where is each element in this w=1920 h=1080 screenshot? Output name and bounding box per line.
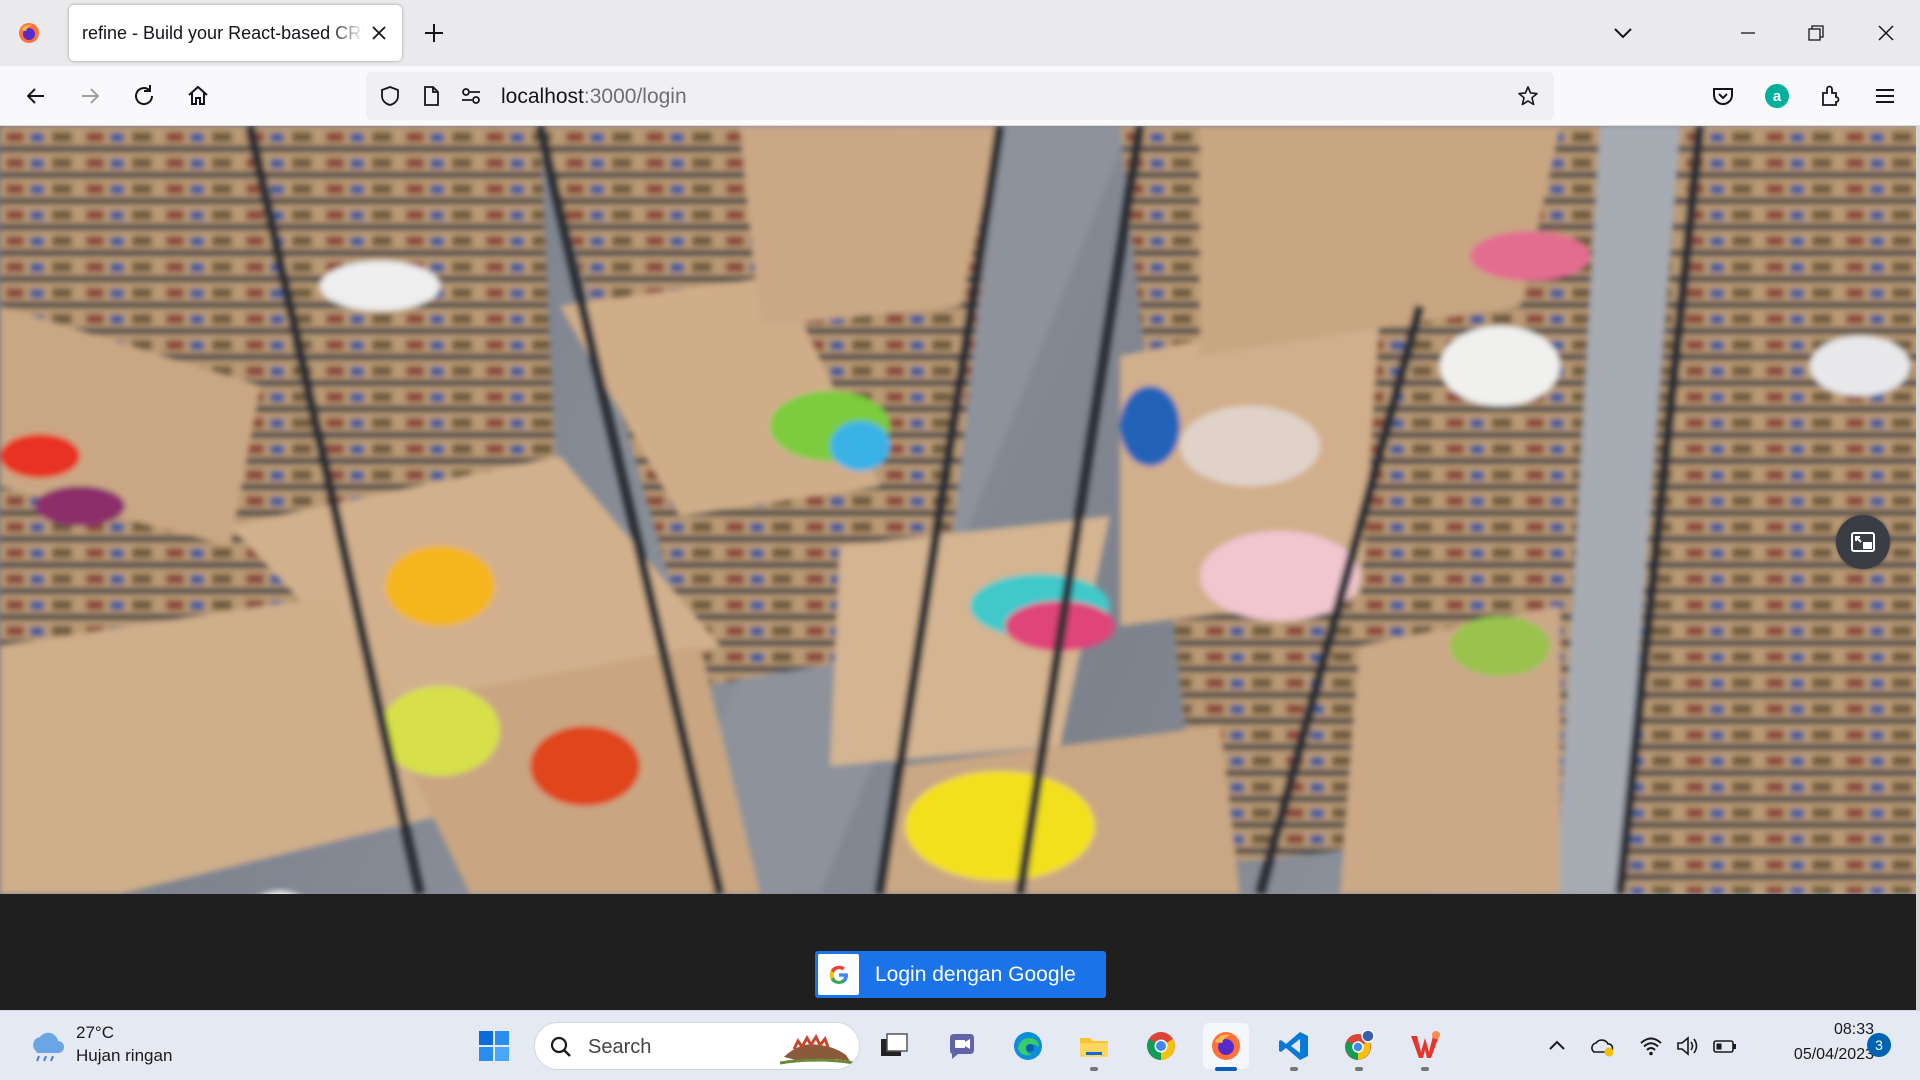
search-placeholder: Search [588, 1036, 652, 1058]
url-path: :3000/login [583, 85, 687, 108]
shield-icon[interactable] [378, 84, 402, 108]
running-indicator [1090, 1067, 1098, 1071]
teams-chat-icon [950, 1034, 974, 1059]
login-google-button[interactable]: Login dengan Google [815, 951, 1106, 998]
tab-title: refine - Build your React-based CRUD app… [82, 23, 364, 43]
list-all-tabs-icon[interactable] [1610, 20, 1636, 46]
url-host: localhost [501, 85, 584, 108]
chrome-icon [1147, 1032, 1175, 1060]
google-logo-box [818, 954, 859, 995]
notification-badge[interactable]: 3 [1867, 1033, 1891, 1057]
taskbar-app-chrome-profile[interactable] [1336, 1023, 1382, 1071]
pocket-icon[interactable] [1709, 82, 1737, 110]
clock-time[interactable]: 08:33 [1790, 1021, 1874, 1039]
chevron-up-icon[interactable] [1544, 1033, 1570, 1059]
taskbar-app-chrome[interactable] [1138, 1023, 1184, 1069]
wifi-icon[interactable] [1638, 1033, 1664, 1059]
close-tab-icon[interactable] [367, 21, 391, 45]
back-icon[interactable] [22, 82, 50, 110]
running-indicator [1355, 1067, 1363, 1071]
search-highlight-dinosaur-icon [780, 1033, 854, 1065]
picture-in-picture-button[interactable] [1836, 515, 1890, 569]
firefox-icon [1212, 1032, 1240, 1060]
vertical-scrollbar[interactable] [1916, 126, 1920, 1010]
edge-icon [1014, 1032, 1042, 1060]
reload-icon[interactable] [130, 82, 158, 110]
background-video [0, 126, 1920, 894]
extensions-icon[interactable] [1817, 82, 1845, 110]
windows-start-icon [479, 1031, 509, 1061]
taskbar-app-edge[interactable] [1005, 1023, 1051, 1069]
task-view-button[interactable] [871, 1023, 917, 1069]
page-icon[interactable] [419, 84, 443, 108]
weather-icon[interactable] [26, 1029, 66, 1065]
tab-strip: refine - Build your React-based CRUD app… [0, 0, 1920, 66]
close-window-button[interactable] [1852, 0, 1920, 66]
svg-text:a: a [1773, 88, 1782, 105]
tab-active[interactable]: refine - Build your React-based CRUD app… [69, 5, 402, 61]
taskbar-app-chat[interactable] [939, 1023, 985, 1069]
vscode-icon [1279, 1032, 1308, 1060]
url-bar[interactable]: localhost:3000/login [366, 72, 1554, 120]
home-icon[interactable] [184, 82, 212, 110]
picture-in-picture-icon [1851, 532, 1875, 552]
task-view-icon [881, 1033, 908, 1056]
taskbar-app-firefox[interactable] [1203, 1023, 1249, 1071]
restore-button[interactable] [1782, 0, 1850, 66]
account-icon[interactable]: a [1763, 82, 1791, 110]
running-indicator [1290, 1067, 1298, 1071]
taskbar-search[interactable]: Search [534, 1022, 860, 1070]
file-explorer-icon [1080, 1038, 1108, 1057]
windows-taskbar: 27°C Hujan ringan Search 08:33 05/04/202… [0, 1010, 1920, 1080]
running-indicator [1421, 1067, 1429, 1071]
page-content: Login dengan Google [0, 126, 1920, 1010]
taskbar-app-file-explorer[interactable] [1071, 1023, 1117, 1071]
search-icon [550, 1036, 571, 1057]
close-window-icon [1878, 25, 1894, 41]
google-g-icon [829, 965, 848, 984]
menu-icon[interactable] [1871, 82, 1899, 110]
new-tab-icon[interactable] [420, 19, 448, 47]
weather-description[interactable]: Hujan ringan [76, 1046, 172, 1066]
login-button-label: Login dengan Google [875, 963, 1076, 986]
permissions-icon[interactable] [459, 84, 483, 108]
restore-icon [1808, 25, 1824, 41]
active-indicator [1215, 1067, 1237, 1071]
firefox-logo-icon [19, 23, 39, 43]
taskbar-app-vscode[interactable] [1271, 1023, 1317, 1071]
chrome-profile-icon [1345, 1030, 1375, 1060]
navigation-toolbar: localhost:3000/login a [0, 66, 1920, 126]
onedrive-icon[interactable] [1589, 1033, 1615, 1059]
battery-icon[interactable] [1712, 1033, 1738, 1059]
warehouse-shelves-image [0, 126, 1920, 894]
minimize-icon [1741, 32, 1755, 34]
taskbar-app-wps[interactable] [1402, 1023, 1448, 1071]
forward-icon[interactable] [76, 82, 104, 110]
start-button[interactable] [471, 1023, 517, 1069]
wps-office-icon [1411, 1031, 1440, 1058]
clock-date[interactable]: 05/04/2023 [1760, 1046, 1874, 1064]
bookmark-star-icon[interactable] [1516, 84, 1540, 108]
weather-temperature[interactable]: 27°C [76, 1023, 114, 1043]
minimize-button[interactable] [1714, 0, 1782, 66]
volume-icon[interactable] [1674, 1033, 1700, 1059]
url-text: localhost:3000/login [501, 85, 687, 109]
